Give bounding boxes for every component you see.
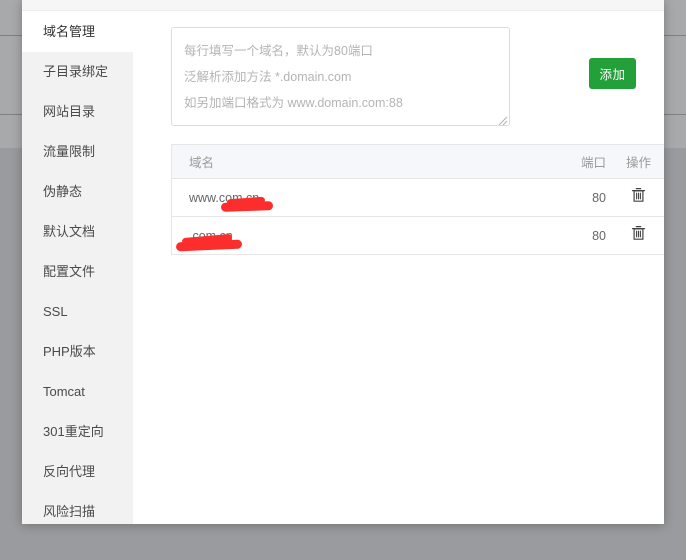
sidebar-item-tomcat[interactable]: Tomcat — [22, 372, 133, 412]
sidebar-item-label: 反向代理 — [43, 464, 96, 479]
domain-suffix-text: com.cn — [218, 190, 260, 205]
sidebar-item-php-version[interactable]: PHP版本 — [22, 332, 133, 372]
trash-icon — [631, 187, 646, 203]
site-settings-dialog: 域名管理 子目录绑定 网站目录 流量限制 伪静态 默认文档 配置文件 SSL P… — [22, 0, 664, 524]
sidebar-item-label: 域名管理 — [43, 24, 96, 39]
sidebar-item-label: SSL — [43, 304, 68, 319]
sidebar-item-label: Tomcat — [43, 384, 85, 399]
cell-domain: www.com.cn — [172, 190, 520, 212]
sidebar-item-domain-management[interactable]: 域名管理 — [22, 12, 133, 52]
table-header-row: 域名 端口 操作 — [172, 145, 664, 179]
sidebar-item-rewrite[interactable]: 伪静态 — [22, 172, 133, 212]
sidebar-item-label: 网站目录 — [43, 104, 96, 119]
add-domain-button[interactable]: 添加 — [589, 58, 636, 89]
sidebar-item-label: 301重定向 — [43, 424, 104, 439]
column-header-port: 端口 — [580, 156, 606, 170]
sidebar-item-subdirectory-binding[interactable]: 子目录绑定 — [22, 52, 133, 92]
sidebar-item-risk-scan[interactable]: 风险扫描 — [22, 492, 133, 524]
column-header-domain: 域名 — [189, 156, 215, 170]
sidebar-item-label: 流量限制 — [43, 144, 96, 159]
sidebar-item-label: 默认文档 — [43, 224, 96, 239]
sidebar-item-label: 配置文件 — [43, 264, 96, 279]
sidebar-item-label: PHP版本 — [43, 344, 96, 359]
sidebar-item-traffic-limit[interactable]: 流量限制 — [22, 132, 133, 172]
sidebar-item-config-file[interactable]: 配置文件 — [22, 252, 133, 292]
cell-operation — [606, 225, 664, 246]
column-header-operation: 操作 — [625, 156, 651, 170]
settings-sidebar: 域名管理 子目录绑定 网站目录 流量限制 伪静态 默认文档 配置文件 SSL P… — [22, 12, 133, 524]
table-row: www.com.cn 80 — [172, 179, 664, 217]
sidebar-item-reverse-proxy[interactable]: 反向代理 — [22, 452, 133, 492]
cell-port: 80 — [592, 190, 606, 205]
domain-input[interactable] — [171, 27, 510, 126]
domain-suffix-text: .com.cn — [189, 228, 233, 243]
cell-operation — [606, 187, 664, 208]
trash-icon — [631, 225, 646, 241]
sidebar-item-default-document[interactable]: 默认文档 — [22, 212, 133, 252]
sidebar-item-redirect-301[interactable]: 301重定向 — [22, 412, 133, 452]
dialog-header-strip — [22, 0, 664, 11]
sidebar-item-label: 风险扫描 — [43, 504, 96, 519]
sidebar-item-label: 子目录绑定 — [43, 64, 109, 79]
sidebar-item-ssl[interactable]: SSL — [22, 292, 133, 332]
sidebar-item-website-directory[interactable]: 网站目录 — [22, 92, 133, 132]
cell-domain: .com.cn — [172, 228, 520, 251]
delete-domain-button[interactable] — [631, 225, 646, 241]
domain-prefix-text: www. — [189, 190, 219, 205]
sidebar-item-label: 伪静态 — [43, 184, 83, 199]
delete-domain-button[interactable] — [631, 187, 646, 203]
cell-port: 80 — [592, 228, 606, 243]
table-row: .com.cn 80 — [172, 217, 664, 255]
domain-table: 域名 端口 操作 www.com.cn 80 .com.cn 80 — [171, 144, 664, 255]
domain-management-panel: 添加 域名 端口 操作 www.com.cn 80 — [133, 12, 664, 524]
add-domain-form: 添加 — [133, 12, 664, 138]
